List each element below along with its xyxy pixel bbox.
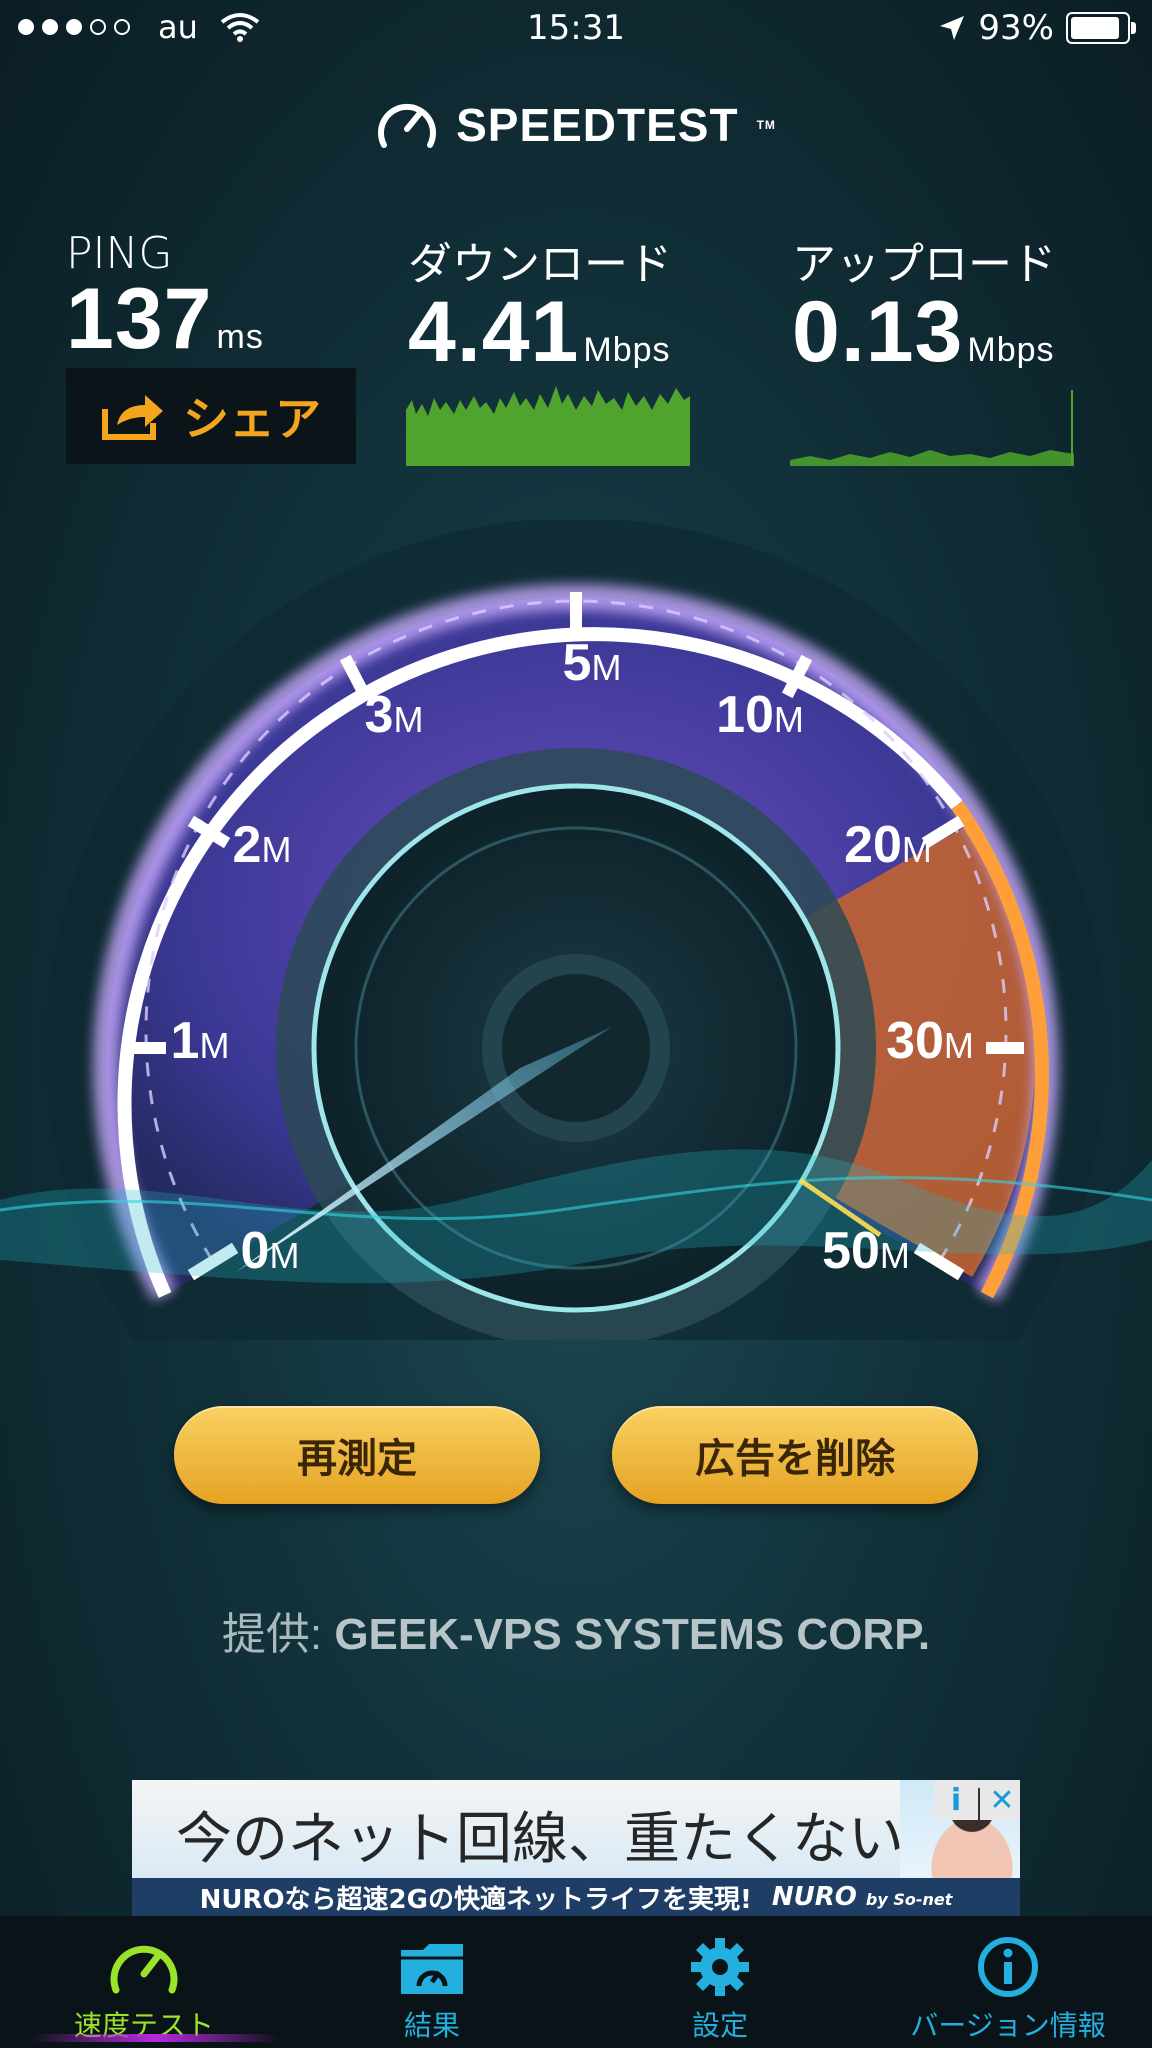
ad-close-icon[interactable]: ✕: [980, 1780, 1020, 1820]
provider-prefix: 提供:: [221, 1610, 323, 1659]
server-provider: 提供: GEEK-VPS SYSTEMS CORP.: [0, 1598, 1152, 1662]
tab-about[interactable]: バージョン情報: [864, 1916, 1152, 2048]
tab-settings[interactable]: 設定: [576, 1916, 864, 2048]
status-right: 93%: [938, 8, 1136, 48]
ad-subline-bar: NUROなら超速2Gの快適ネットライフを実現! NURO by So-net: [132, 1878, 1020, 1916]
ad-banner[interactable]: 今のネット回線、重たくない? NUROなら超速2Gの快適ネットライフを実現! N…: [132, 1780, 1020, 1916]
speedometer-icon: [110, 1945, 178, 1994]
ad-subline: NUROなら超速2Gの快適ネットライフを実現!: [199, 1884, 752, 1915]
ad-headline: 今のネット回線、重たくない?: [176, 1807, 935, 1872]
folder-icon: [401, 1944, 463, 1994]
share-label: シェア: [183, 392, 321, 446]
app-logo: SPEEDTEST TM: [0, 98, 1152, 162]
tab-speed-test[interactable]: 速度テスト: [0, 1916, 288, 2048]
share-button[interactable]: シェア: [66, 368, 356, 464]
upload-value: 0.13: [792, 284, 964, 380]
logo-text: SPEEDTEST: [456, 99, 739, 151]
location-arrow-icon: [940, 16, 965, 40]
status-bar: au 15:31 93%: [0, 0, 1152, 58]
info-icon: [978, 1937, 1038, 1997]
download-value: 4.41: [408, 284, 580, 380]
active-tab-indicator: [30, 2034, 280, 2042]
provider-name: GEEK-VPS SYSTEMS CORP.: [334, 1610, 931, 1659]
ping-unit: ms: [216, 318, 264, 356]
tab-results[interactable]: 結果: [288, 1916, 576, 2048]
ping-metric: PING 137 ms: [66, 228, 264, 377]
tab-label: 結果: [403, 2009, 460, 2042]
upload-sparkline: [790, 390, 1074, 466]
download-unit: Mbps: [583, 331, 671, 369]
remove-ads-button[interactable]: 広告を削除: [612, 1406, 978, 1504]
upload-metric: アップロード 0.13 Mbps: [792, 228, 1056, 390]
tab-label: 設定: [691, 2009, 748, 2042]
download-sparkline: [406, 386, 690, 466]
retest-button[interactable]: 再測定: [174, 1406, 540, 1504]
gear-icon: [691, 1938, 749, 1996]
battery-percent: 93%: [978, 8, 1054, 48]
upload-label: アップロード: [792, 239, 1056, 290]
speed-gauge: 0M1M2M3M5M10M20M30M50M: [0, 520, 1152, 1340]
battery-icon: [1066, 12, 1136, 44]
share-arrow-icon: [102, 395, 163, 440]
download-metric: ダウンロード 4.41 Mbps: [408, 228, 672, 390]
upload-unit: Mbps: [967, 331, 1055, 369]
tab-bar: 速度テスト 結果 設定 バージョン情報: [0, 1916, 1152, 2048]
ad-info-icon[interactable]: i: [934, 1780, 978, 1820]
trademark: TM: [756, 118, 776, 132]
download-label: ダウンロード: [408, 239, 672, 290]
ad-brand: NURO by So-net: [771, 1882, 953, 1912]
ad-controls: i ✕: [934, 1780, 1020, 1820]
speedometer-logo-icon: [378, 103, 437, 148]
ping-value: 137: [66, 271, 213, 367]
tab-label: バージョン情報: [910, 2009, 1106, 2042]
